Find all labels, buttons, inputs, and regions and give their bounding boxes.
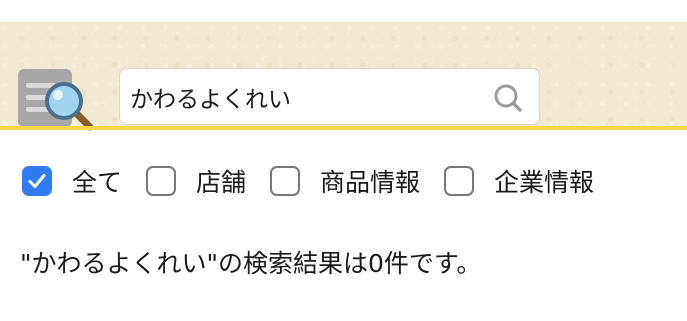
search-box [119,68,540,125]
filter-all-label: 全て [72,168,123,197]
search-header [0,22,687,131]
checkmark-icon [28,174,46,188]
filter-company-label: 企業情報 [494,168,595,197]
header-divider [0,126,687,130]
search-icon[interactable] [492,82,524,114]
filter-stores[interactable]: 店舗 [146,163,246,199]
filter-company-checkbox[interactable] [444,166,475,196]
filter-products[interactable]: 商品情報 [270,163,420,199]
filter-all-checkbox[interactable] [22,166,52,196]
filter-company[interactable]: 企業情報 [444,163,594,199]
filter-all[interactable]: 全て [22,163,122,199]
filter-products-label: 商品情報 [320,168,421,197]
search-result-message: "かわるよくれい"の検索結果は0件です。 [20,249,482,278]
filter-stores-label: 店舗 [196,168,247,197]
search-filter-group: 全て 店舗 商品情報 企業情報 [22,163,618,199]
filter-stores-checkbox[interactable] [146,166,177,196]
filter-products-checkbox[interactable] [270,166,301,196]
search-document-magnifier-icon [18,67,94,131]
search-input[interactable] [130,79,480,115]
